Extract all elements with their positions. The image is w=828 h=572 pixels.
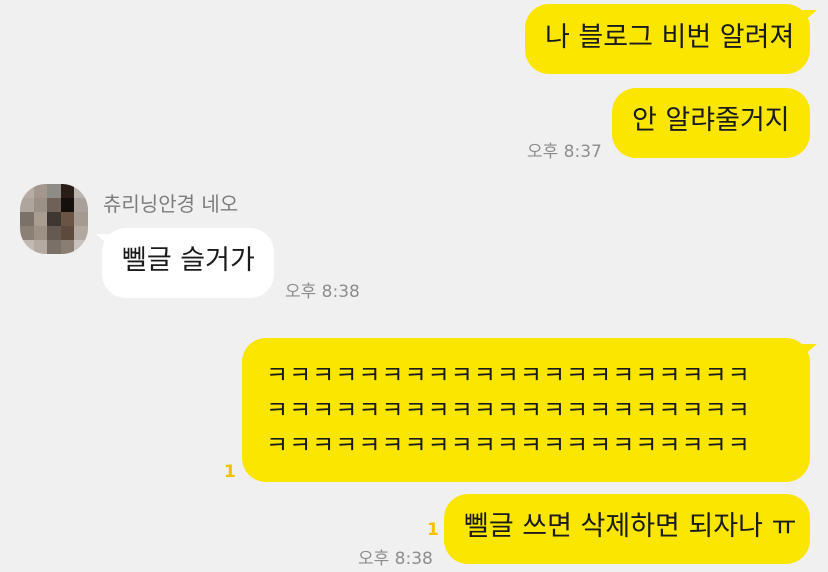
my-message-bubble[interactable]: 나 블로그 비번 알려져 — [525, 4, 810, 74]
message-text-line: ㅋㅋㅋㅋㅋㅋㅋㅋㅋㅋㅋㅋㅋㅋㅋㅋㅋㅋㅋㅋㅋ — [266, 396, 751, 424]
my-message-bubble[interactable]: 뻴글 쓰면 삭제하면 되자나 ㅠ — [444, 494, 810, 564]
my-message-bubble[interactable]: 안 알랴줄거지 — [612, 88, 810, 158]
message-text-line: ㅋㅋㅋㅋㅋㅋㅋㅋㅋㅋㅋㅋㅋㅋㅋㅋㅋㅋㅋㅋㅋ — [266, 431, 751, 459]
other-message-bubble[interactable]: 뻴글 슬거가 — [102, 228, 274, 298]
message-text: 뻴글 슬거가 — [122, 245, 255, 276]
bubble-tail — [803, 344, 817, 356]
unread-count: 1 — [427, 520, 439, 540]
message-text: 안 알랴줄거지 — [632, 105, 790, 136]
avatar[interactable] — [20, 184, 88, 254]
message-text: 뻴글 쓰면 삭제하면 되자나 ㅠ — [464, 511, 797, 542]
bubble-tail — [803, 10, 817, 22]
message-time: 오후 8:38 — [285, 282, 360, 302]
message-time: 오후 8:37 — [527, 142, 602, 162]
unread-count: 1 — [224, 462, 236, 482]
message-time: 오후 8:38 — [358, 549, 433, 569]
sender-name: 츄리닝안경 네오 — [103, 192, 239, 216]
my-message-bubble[interactable]: ㅋㅋㅋㅋㅋㅋㅋㅋㅋㅋㅋㅋㅋㅋㅋㅋㅋㅋㅋㅋㅋ ㅋㅋㅋㅋㅋㅋㅋㅋㅋㅋㅋㅋㅋㅋㅋㅋㅋㅋ… — [242, 338, 810, 482]
message-text-line: ㅋㅋㅋㅋㅋㅋㅋㅋㅋㅋㅋㅋㅋㅋㅋㅋㅋㅋㅋㅋㅋ — [266, 361, 751, 389]
message-text: 나 블로그 비번 알려져 — [545, 22, 795, 53]
